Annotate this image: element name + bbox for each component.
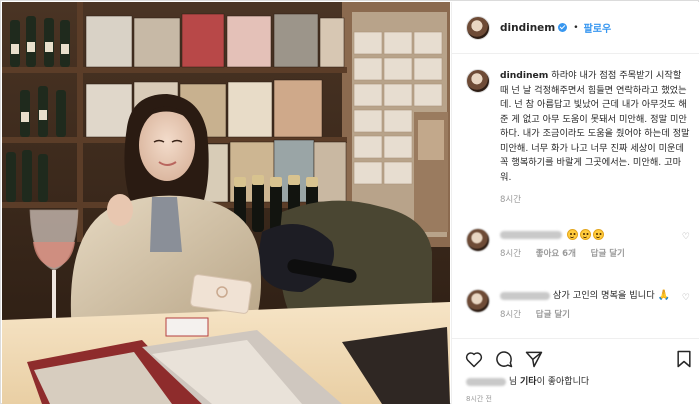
comment-body xyxy=(500,228,690,242)
likes-others-link[interactable]: 기타 xyxy=(520,377,537,387)
commenter-avatar[interactable] xyxy=(466,289,490,313)
bar-scene-image xyxy=(2,2,450,404)
comment-like-heart-icon[interactable]: ♡ xyxy=(682,232,690,242)
post-caption: dindinem 하라야 내가 점점 주목받기 시작할 때 넌 날 걱정해주면서… xyxy=(466,69,690,205)
post-header: dindinem • 팔로우 xyxy=(452,2,699,54)
comment-meta: 8시간 답글 달기 xyxy=(500,308,690,320)
follow-button[interactable]: 팔로우 xyxy=(584,20,612,35)
post-side-panel: dindinem • 팔로우 dindinem 하라야 내가 점점 주목받기 시… xyxy=(451,2,699,404)
comment-item: 8시간 좋아요 6개 답글 달기 ♡ xyxy=(466,228,690,259)
comment-item: 삼가 고인의 명복을 빕니다 🙏 8시간 답글 달기 ♡ xyxy=(466,289,690,320)
caption-time[interactable]: 8시간 xyxy=(500,193,690,205)
smiling-emoji-icon xyxy=(566,229,578,240)
heart-icon[interactable] xyxy=(464,349,484,369)
separator-dot: • xyxy=(573,22,579,33)
comment-icon[interactable] xyxy=(494,349,514,369)
post-photo[interactable] xyxy=(2,2,450,404)
commenter-username-blurred[interactable] xyxy=(500,291,550,300)
comment-time[interactable]: 8시간 xyxy=(500,249,521,259)
action-bar xyxy=(452,338,699,378)
smiling-emoji-icon xyxy=(579,229,591,240)
likes-summary: 님 기타이 좋아합니다 xyxy=(466,374,589,387)
comments-list[interactable]: dindinem 하라야 내가 점점 주목받기 시작할 때 넌 날 걱정해주면서… xyxy=(452,55,699,338)
caption-body: 하라야 내가 점점 주목받기 시작할 때 넌 날 걱정해주면서 힘들면 연락하라… xyxy=(500,70,690,183)
comment-body: 삼가 고인의 명복을 빕니다 🙏 xyxy=(500,289,690,303)
post-timestamp[interactable]: 8시간 전 xyxy=(466,394,492,404)
comment-likes[interactable]: 좋아요 6개 xyxy=(536,249,576,259)
author-avatar[interactable] xyxy=(466,15,490,40)
author-username[interactable]: dindinem xyxy=(500,22,555,34)
comment-time[interactable]: 8시간 xyxy=(500,310,521,320)
comment-like-heart-icon[interactable]: ♡ xyxy=(682,293,690,303)
liker-username-blurred[interactable] xyxy=(466,377,506,386)
comment-meta: 8시간 좋아요 6개 답글 달기 xyxy=(500,247,690,259)
comment-text: 삼가 고인의 명복을 빕니다 xyxy=(552,290,655,301)
likes-and-label: 님 xyxy=(508,377,518,387)
post-frame: dindinem • 팔로우 dindinem 하라야 내가 점점 주목받기 시… xyxy=(0,0,699,404)
bookmark-icon[interactable] xyxy=(674,349,694,369)
commenter-avatar[interactable] xyxy=(466,228,490,252)
reply-button[interactable]: 답글 달기 xyxy=(536,310,570,320)
verified-badge-icon xyxy=(558,23,568,32)
praying-hands-emoji-icon: 🙏 xyxy=(657,290,671,301)
commenter-username-blurred[interactable] xyxy=(500,230,562,239)
caption-text: dindinem 하라야 내가 점점 주목받기 시작할 때 넌 날 걱정해주면서… xyxy=(500,69,690,185)
smiling-emoji-icon xyxy=(592,229,604,240)
likes-suffix: 이 좋아합니다 xyxy=(536,377,590,387)
caption-avatar[interactable] xyxy=(466,69,490,93)
caption-username[interactable]: dindinem xyxy=(500,70,548,81)
reply-button[interactable]: 답글 달기 xyxy=(591,249,625,259)
share-icon[interactable] xyxy=(524,349,544,369)
